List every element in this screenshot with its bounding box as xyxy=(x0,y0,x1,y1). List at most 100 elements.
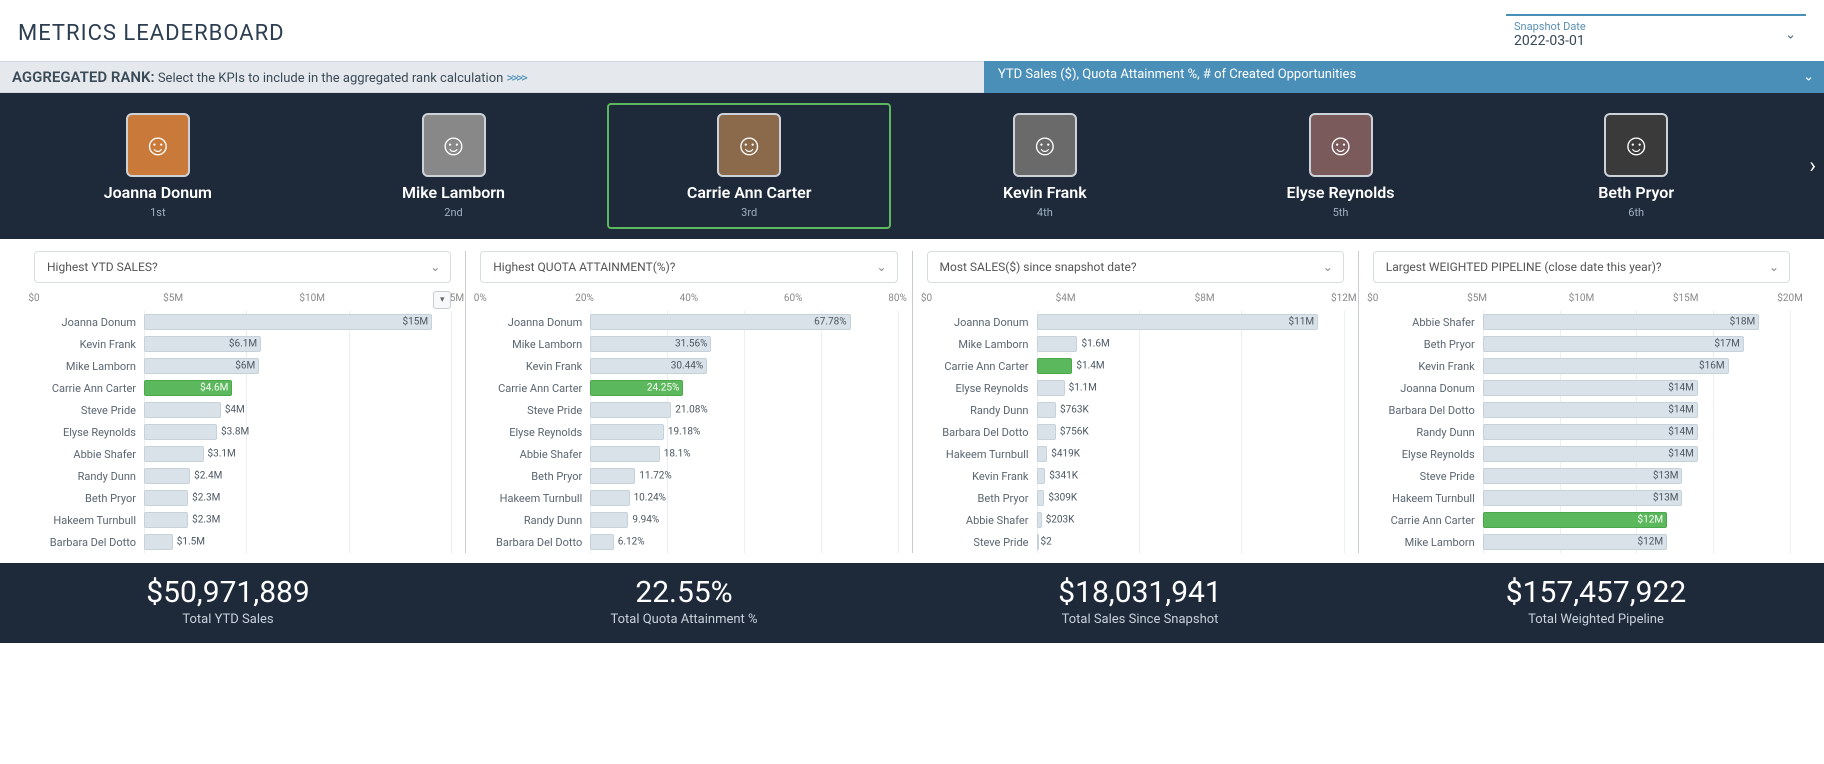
total-label: Total Quota Attainment % xyxy=(456,612,912,627)
chart-axis: 0%20%40%60%80% xyxy=(480,293,897,307)
row-label: Elyse Reynolds xyxy=(927,382,1037,395)
chevron-down-icon: ⌄ xyxy=(1803,70,1814,85)
leader-name: Kevin Frank xyxy=(915,183,1175,202)
chart-row: Abbie Shafer$18M xyxy=(1373,311,1790,333)
metric-column: Highest QUOTA ATTAINMENT(%)?⌄ 0%20%40%60%… xyxy=(466,251,912,553)
chart-row: Elyse Reynolds$14M xyxy=(1373,443,1790,465)
chart-row: Beth Pryor 11.72% xyxy=(480,465,897,487)
avatar: ☺ xyxy=(717,113,781,177)
metric-selector[interactable]: Most SALES($) since snapshot date?⌄ xyxy=(927,251,1344,283)
row-value: $13M xyxy=(1653,471,1679,482)
row-value: $15M xyxy=(402,317,428,328)
row-value: $3.1M xyxy=(208,449,236,460)
chart-row: Abbie Shafer $3.1M xyxy=(34,443,451,465)
metric-column: Largest WEIGHTED PIPELINE (close date th… xyxy=(1359,251,1804,553)
avatar: ☺ xyxy=(422,113,486,177)
leader-rank: 1st xyxy=(28,206,288,219)
row-label: Kevin Frank xyxy=(927,470,1037,483)
leader-card[interactable]: ☺Joanna Donum1st xyxy=(16,103,300,229)
chart-row: Randy Dunn$763K xyxy=(927,399,1344,421)
row-label: Randy Dunn xyxy=(480,514,590,527)
leader-card[interactable]: ☺Beth Pryor6th xyxy=(1494,103,1778,229)
row-value: $16M xyxy=(1699,361,1725,372)
row-value: $3.8M xyxy=(221,427,249,438)
chart-row: Steve Pride$2 xyxy=(927,531,1344,553)
row-value: $419K xyxy=(1051,449,1080,460)
row-label: Kevin Frank xyxy=(480,360,590,373)
chart-row: Hakeem Turnbull$2.3M xyxy=(34,509,451,531)
leader-card[interactable]: ☺Kevin Frank4th xyxy=(903,103,1187,229)
total-card: $157,457,922Total Weighted Pipeline xyxy=(1368,563,1824,643)
row-label: Abbie Shafer xyxy=(480,448,590,461)
chart-row: Elyse Reynolds $1.1M xyxy=(927,377,1344,399)
row-value: $1.5M xyxy=(177,537,205,548)
metric-selector[interactable]: Largest WEIGHTED PIPELINE (close date th… xyxy=(1373,251,1790,283)
chevron-down-icon: ⌄ xyxy=(1323,260,1333,274)
row-value: 6.12% xyxy=(618,537,645,548)
chart-row: Randy Dunn$2.4M xyxy=(34,465,451,487)
leader-name: Carrie Ann Carter xyxy=(619,183,879,202)
row-label: Barbara Del Dotto xyxy=(927,426,1037,439)
leader-card[interactable]: ☺ Carrie Ann Carter 3rd xyxy=(607,103,891,229)
row-label: Beth Pryor xyxy=(480,470,590,483)
chart-menu-button[interactable]: ▾ xyxy=(433,291,451,309)
chart-row: Barbara Del Dotto $1.5M xyxy=(34,531,451,553)
leader-name: Mike Lamborn xyxy=(324,183,584,202)
leader-rank: 6th xyxy=(1506,206,1766,219)
leader-rank: 5th xyxy=(1211,206,1471,219)
next-button[interactable]: › xyxy=(1809,154,1816,179)
metric-selector[interactable]: Highest QUOTA ATTAINMENT(%)?⌄ xyxy=(480,251,897,283)
row-value: $6M xyxy=(235,361,255,372)
row-label: Barbara Del Dotto xyxy=(34,536,144,549)
metric-selector[interactable]: Highest YTD SALES?⌄ xyxy=(34,251,451,283)
chevron-down-icon: ⌄ xyxy=(1785,27,1796,42)
row-value: $14M xyxy=(1668,405,1694,416)
leader-card[interactable]: ☺Mike Lamborn2nd xyxy=(312,103,596,229)
chart-row: Carrie Ann Carter$1.4M xyxy=(927,355,1344,377)
row-value: $11M xyxy=(1289,317,1315,328)
aggregated-rank-help: AGGREGATED RANK: Select the KPIs to incl… xyxy=(0,61,984,93)
row-value: $2 xyxy=(1041,537,1052,548)
snapshot-date-selector[interactable]: Snapshot Date 2022-03-01 ⌄ xyxy=(1506,14,1806,53)
kpi-selector[interactable]: YTD Sales ($), Quota Attainment %, # of … xyxy=(984,61,1824,93)
leader-name: Joanna Donum xyxy=(28,183,288,202)
chart-row: Elyse Reynolds19.18% xyxy=(480,421,897,443)
row-label: Barbara Del Dotto xyxy=(1373,404,1483,417)
row-label: Joanna Donum xyxy=(1373,382,1483,395)
chevron-down-icon: ⌄ xyxy=(876,260,886,274)
row-label: Steve Pride xyxy=(34,404,144,417)
row-value: 11.72% xyxy=(639,471,671,482)
chart-row: Beth Pryor$17M xyxy=(1373,333,1790,355)
row-value: $13M xyxy=(1653,493,1679,504)
chart-row: Kevin Frank$16M xyxy=(1373,355,1790,377)
chart-row: Randy Dunn$14M xyxy=(1373,421,1790,443)
total-label: Total Sales Since Snapshot xyxy=(912,612,1368,627)
chart-row: Kevin Frank 30.44% xyxy=(480,355,897,377)
row-value: 67.78% xyxy=(814,317,846,328)
leader-name: Elyse Reynolds xyxy=(1211,183,1471,202)
chart-row: Carrie Ann Carter$4.6M xyxy=(34,377,451,399)
row-value: 10.24% xyxy=(634,493,666,504)
total-card: $18,031,941Total Sales Since Snapshot xyxy=(912,563,1368,643)
page-title: METRICS LEADERBOARD xyxy=(18,21,285,46)
bar-chart: Abbie Shafer$18MBeth Pryor$17MKevin Fran… xyxy=(1373,311,1790,553)
row-label: Carrie Ann Carter xyxy=(1373,514,1483,527)
row-value: 24.25% xyxy=(647,383,679,394)
row-value: $6.1M xyxy=(229,339,257,350)
leader-card[interactable]: ☺Elyse Reynolds5th xyxy=(1199,103,1483,229)
bar-chart: Joanna Donum$11MMike Lamborn$1.6MCarrie … xyxy=(927,311,1344,553)
row-label: Abbie Shafer xyxy=(34,448,144,461)
metric-column: Highest YTD SALES?⌄$0$5M$10M$15M▾Joanna … xyxy=(20,251,466,553)
leader-rank: 3rd xyxy=(619,206,879,219)
chart-row: Mike Lamborn$6M xyxy=(34,355,451,377)
chart-row: Beth Pryor$2.3M xyxy=(34,487,451,509)
chart-row: Barbara Del Dotto6.12% xyxy=(480,531,897,553)
row-value: $12M xyxy=(1638,537,1664,548)
bar-chart: Joanna Donum$15MKevin Frank$6.1MMike Lam… xyxy=(34,311,451,553)
row-value: $341K xyxy=(1049,471,1078,482)
row-value: 30.44% xyxy=(671,361,703,372)
snapshot-date-value: 2022-03-01 xyxy=(1514,33,1776,49)
row-value: $1.1M xyxy=(1069,383,1097,394)
chart-row: Hakeem Turnbull$13M xyxy=(1373,487,1790,509)
row-value: 21.08% xyxy=(675,405,707,416)
